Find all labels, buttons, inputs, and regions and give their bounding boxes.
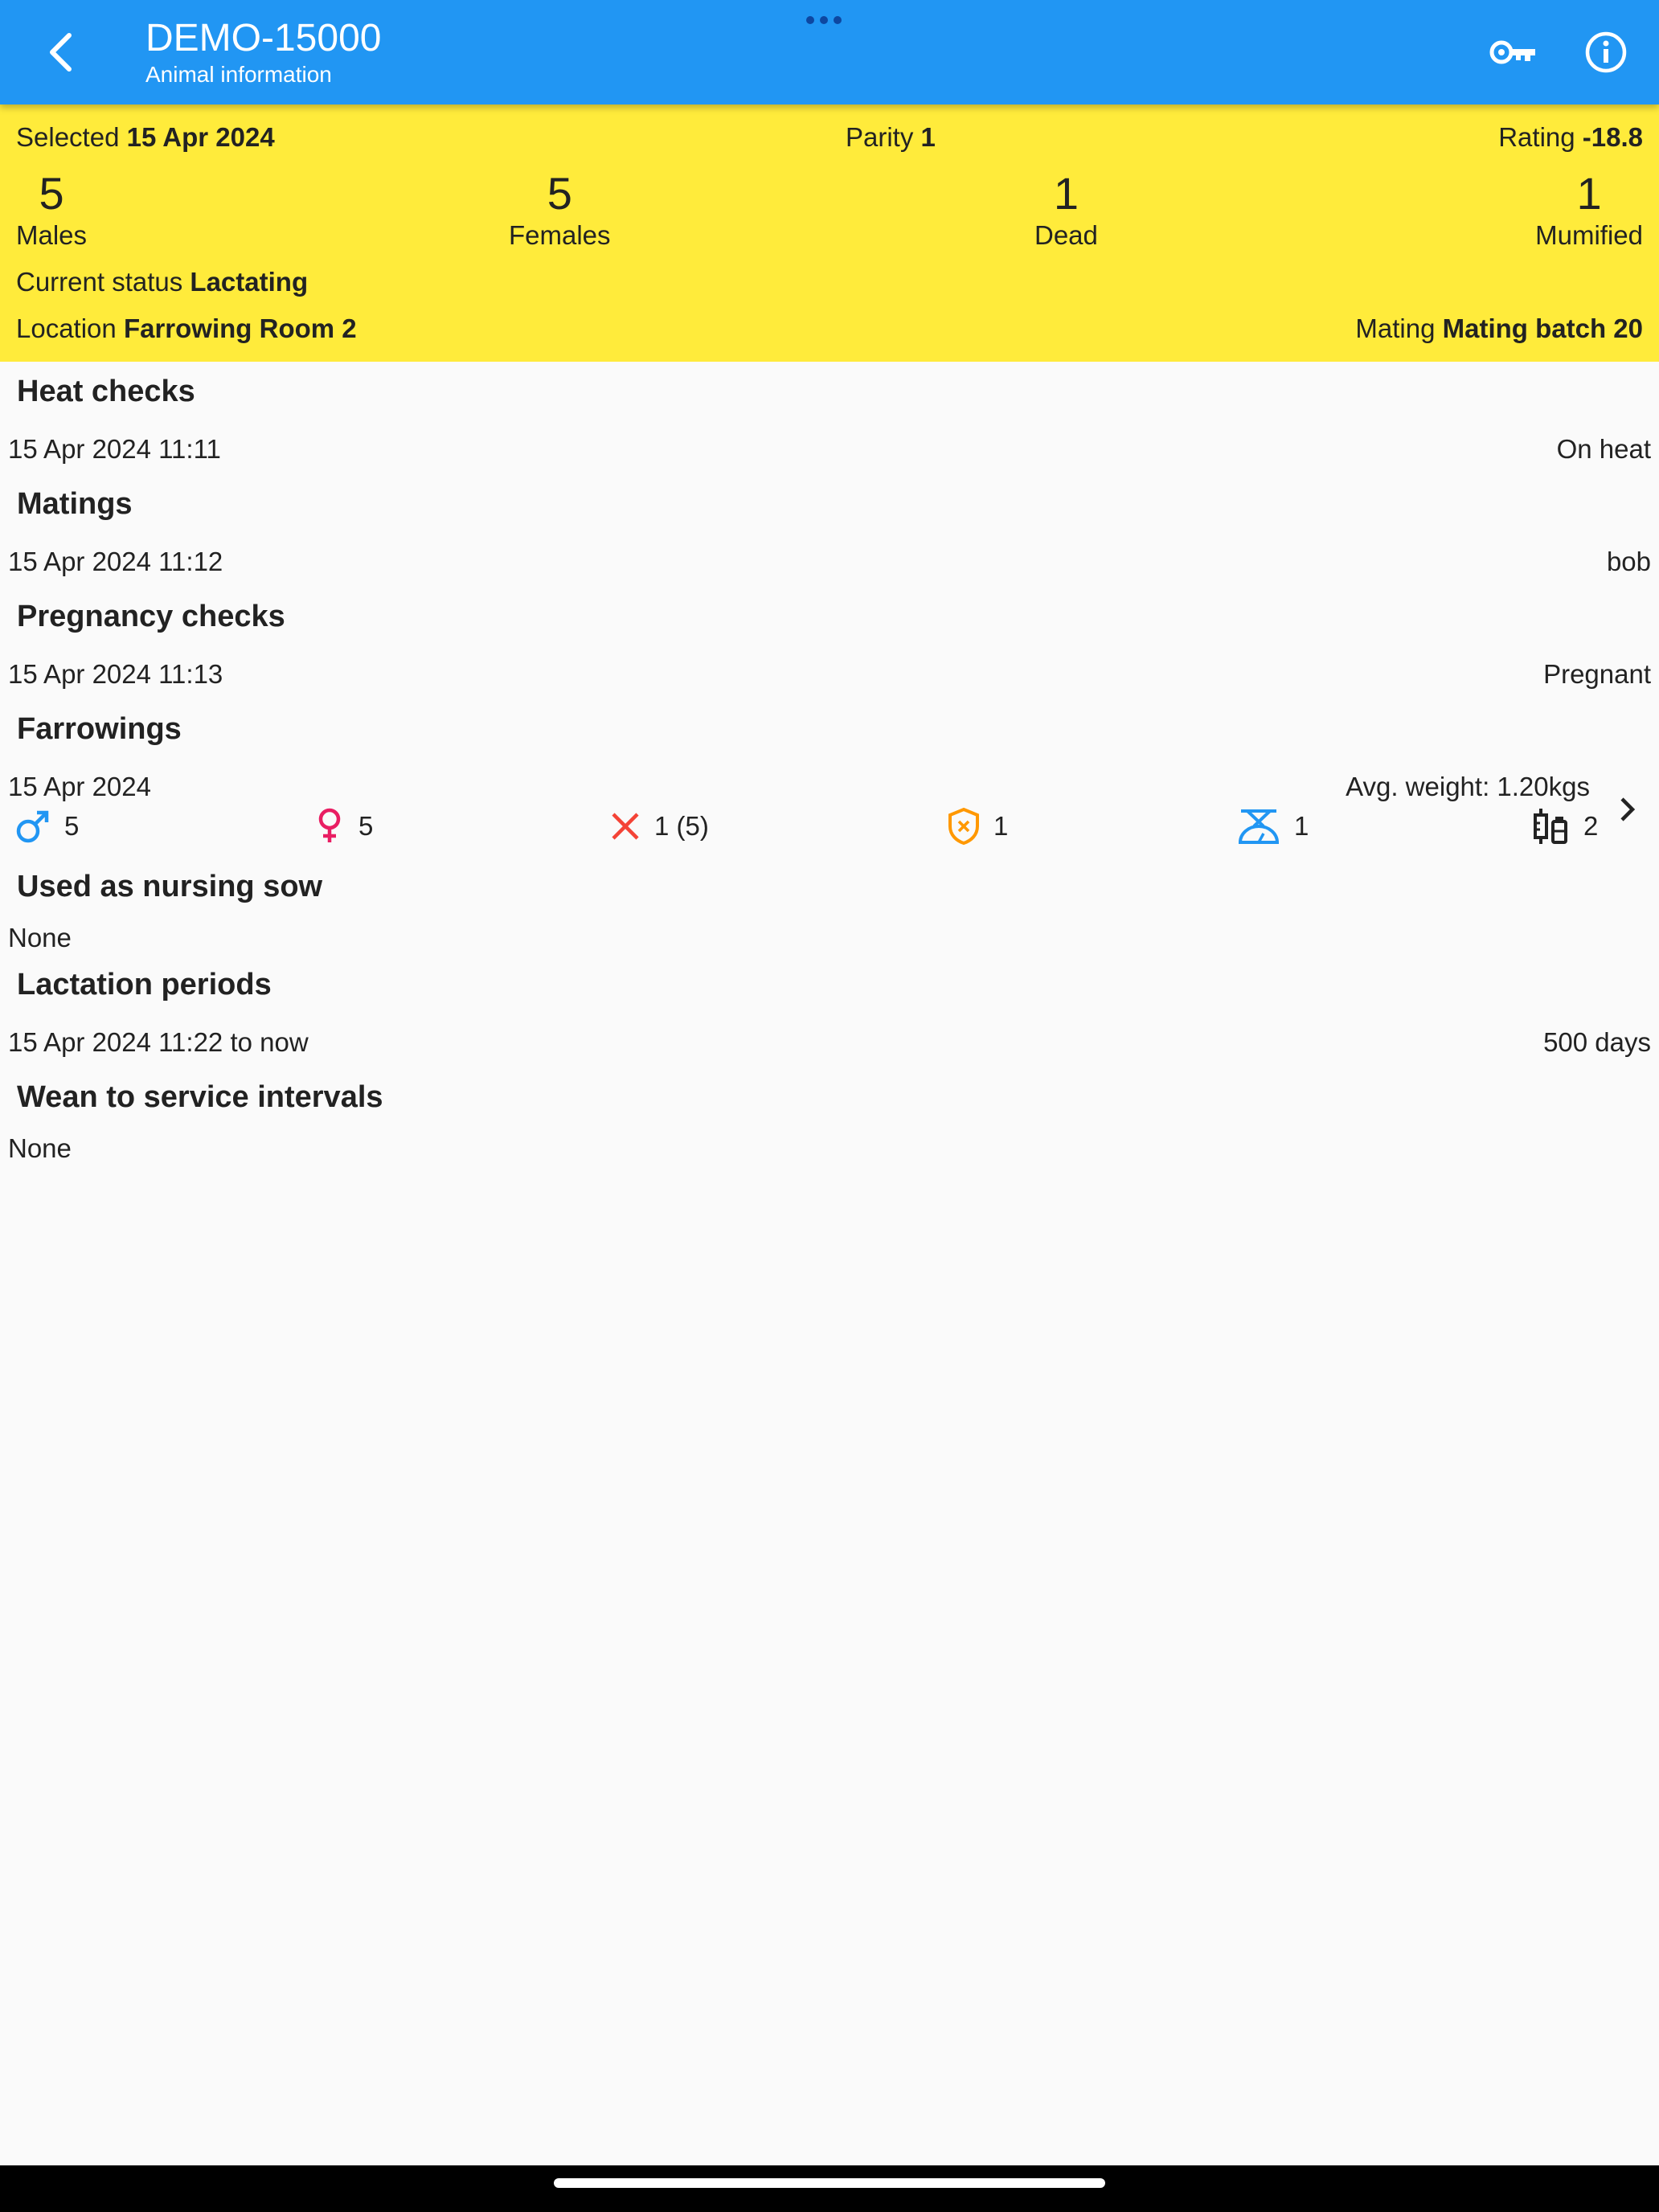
key-icon	[1489, 40, 1535, 64]
selected-date: Selected 15 Apr 2024	[16, 122, 275, 152]
animal-summary-panel: Selected 15 Apr 2024 Parity 1 Rating -18…	[0, 104, 1659, 362]
dead-stat: 1 (5)	[609, 804, 709, 849]
weighed-stat: 1	[1236, 804, 1309, 849]
section-wean-to-service: Wean to service intervals	[17, 1080, 383, 1114]
back-button[interactable]	[32, 20, 88, 84]
back-arrow-icon	[50, 33, 72, 72]
farrowing-stats[interactable]: 5 5 1 (5) 1 1 2	[0, 804, 1659, 849]
scale-icon	[1238, 809, 1280, 844]
females-count: 5 Females	[509, 168, 611, 250]
wean-to-service-row: None	[8, 1133, 72, 1163]
mating-batch: Mating Mating batch 20	[1355, 313, 1643, 343]
farrowing-row[interactable]: 15 Apr 2024 Avg. weight: 1.20kgs	[8, 770, 1590, 804]
info-icon	[1585, 31, 1627, 73]
section-heat-checks: Heat checks	[17, 375, 195, 408]
females-stat: 5	[313, 804, 373, 849]
medication-icon	[1534, 809, 1567, 844]
system-nav-bar	[0, 2165, 1659, 2212]
mumified-shield-icon	[948, 807, 979, 846]
males-stat: 5	[14, 804, 79, 849]
dead-cross-icon	[612, 813, 639, 840]
section-pregnancy-checks: Pregnancy checks	[17, 600, 285, 633]
heat-check-row[interactable]: 15 Apr 2024 11:11 On heat	[8, 432, 1651, 466]
app-bar: DEMO-15000 Animal information	[0, 0, 1659, 104]
section-nursing-sow: Used as nursing sow	[17, 870, 323, 903]
multitask-dots-icon[interactable]	[806, 16, 842, 24]
farrowing-details-button[interactable]	[1612, 789, 1644, 830]
mumified-count: 1 Mumified	[1535, 168, 1643, 250]
nursing-sow-row: None	[8, 923, 72, 952]
home-indicator[interactable]	[554, 2178, 1105, 2188]
info-button[interactable]	[1579, 26, 1632, 79]
mating-row[interactable]: 15 Apr 2024 11:12 bob	[8, 545, 1651, 579]
location: Location Farrowing Room 2	[16, 313, 357, 343]
dead-count: 1 Dead	[1034, 168, 1098, 250]
page-subtitle: Animal information	[145, 62, 332, 87]
section-farrowings: Farrowings	[17, 712, 182, 746]
parity: Parity 1	[846, 122, 936, 152]
female-icon	[318, 808, 341, 842]
rating: Rating -18.8	[1498, 122, 1643, 152]
section-lactation-periods: Lactation periods	[17, 968, 272, 1002]
current-status: Current status Lactating	[16, 267, 309, 297]
pregnancy-check-row[interactable]: 15 Apr 2024 11:13 Pregnant	[8, 657, 1651, 691]
chevron-right-icon	[1620, 797, 1636, 821]
males-count: 5 Males	[16, 168, 88, 250]
mumified-stat: 1	[947, 804, 1008, 849]
lactation-row[interactable]: 15 Apr 2024 11:22 to now 500 days	[8, 1026, 1651, 1059]
treatments-stat: 2	[1532, 804, 1598, 849]
male-icon	[16, 810, 49, 843]
key-button[interactable]	[1485, 28, 1542, 76]
section-matings: Matings	[17, 487, 133, 521]
page-title: DEMO-15000	[145, 17, 382, 59]
